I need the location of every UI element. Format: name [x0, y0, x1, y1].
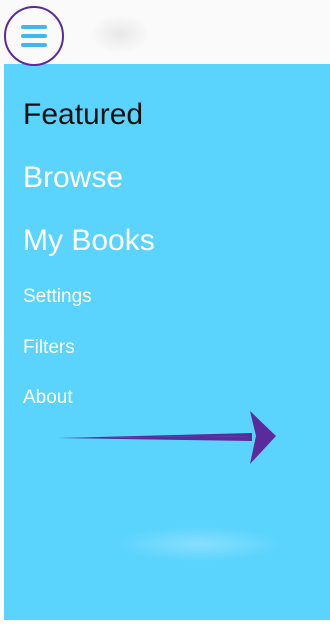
blurred-background-content: [114, 526, 284, 562]
blurred-background-content: [90, 14, 150, 54]
drawer-item-my-books[interactable]: My Books: [23, 224, 155, 258]
drawer-item-filters[interactable]: Filters: [23, 337, 75, 359]
drawer-item-settings[interactable]: Settings: [23, 286, 92, 308]
hamburger-menu-icon: [21, 25, 47, 47]
app-screen: Featured Browse My Books Settings Filter…: [0, 0, 330, 625]
drawer-item-browse[interactable]: Browse: [23, 161, 123, 195]
menu-button[interactable]: [4, 6, 64, 66]
navigation-drawer: Featured Browse My Books Settings Filter…: [4, 64, 330, 620]
drawer-item-about[interactable]: About: [23, 387, 73, 409]
drawer-item-featured[interactable]: Featured: [23, 98, 143, 132]
